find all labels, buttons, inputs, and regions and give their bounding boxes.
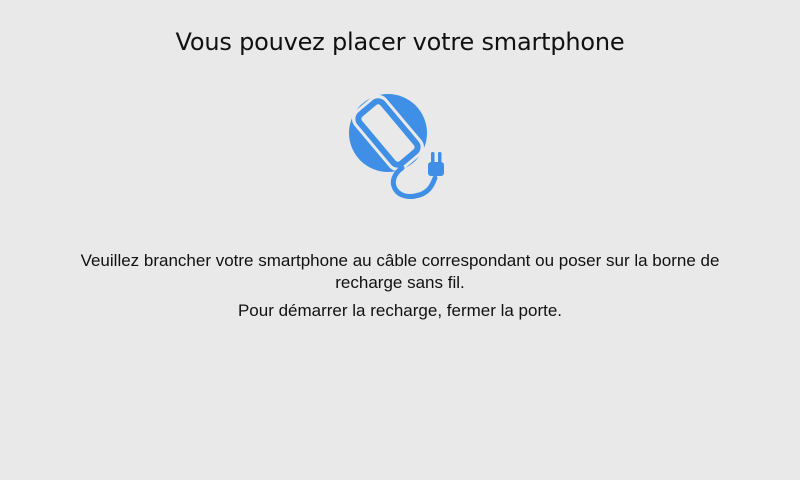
instruction-text: Veuillez brancher votre smartphone au câ… [80, 251, 720, 292]
phone-charging-plug-icon [340, 90, 470, 202]
page-title: Vous pouvez placer votre smartphone [175, 28, 625, 56]
charging-screen: Vous pouvez placer votre smartphone Veui… [0, 0, 800, 480]
start-hint-text: Pour démarrer la recharge, fermer la por… [237, 301, 563, 320]
